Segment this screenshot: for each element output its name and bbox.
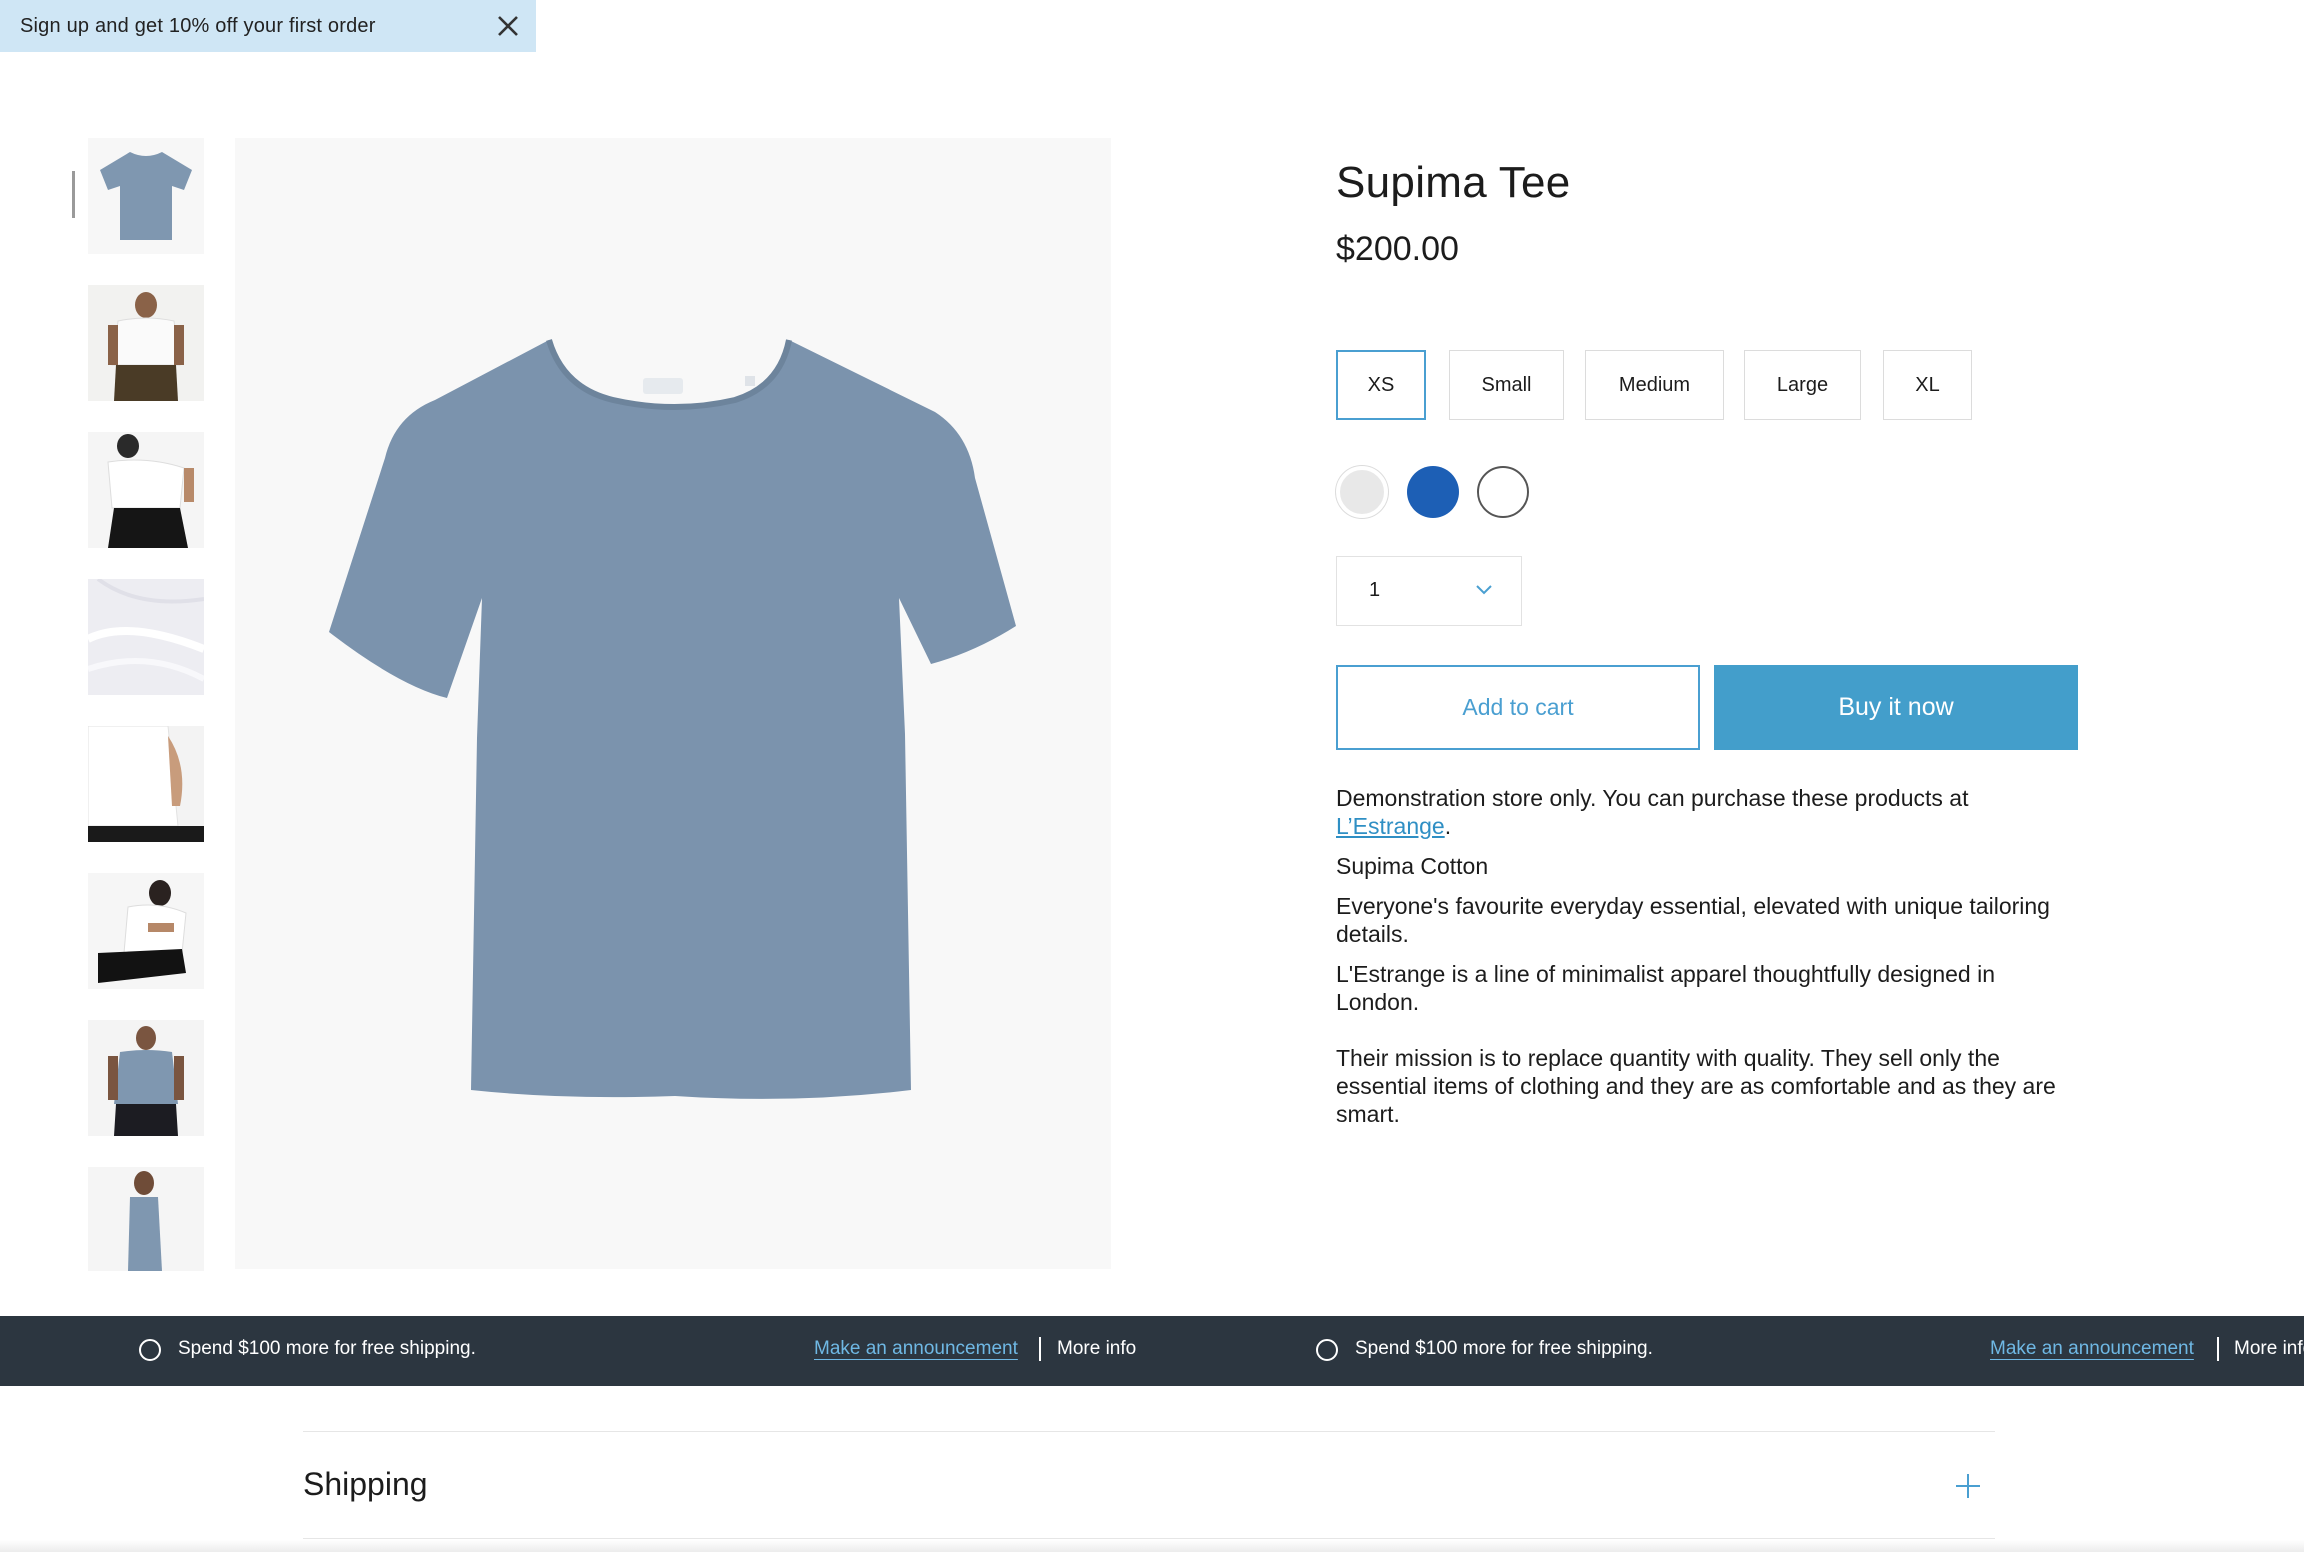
more-info-link[interactable]: More info [1057,1338,1136,1360]
thumbnail-model-blue-tee[interactable] [88,1020,204,1136]
thumbnail-model-seated[interactable] [88,873,204,989]
product-description: Demonstration store only. You can purcha… [1336,784,2076,1140]
thumbnail-model-front[interactable] [88,285,204,401]
lestrange-link[interactable]: L’Estrange [1336,813,1445,839]
shipping-message: Spend $100 more for free shipping. [178,1338,476,1359]
description-paragraph: Everyone's favourite everyday essential,… [1336,893,2050,947]
chevron-down-icon [1475,583,1493,602]
description-paragraph: Their mission is to replace quantity wit… [1336,1045,2056,1127]
description-paragraph: L'Estrange is a line of minimalist appar… [1336,961,1995,1015]
announcement-link[interactable]: Make an announcement [1990,1338,2194,1360]
close-icon[interactable] [494,12,522,40]
size-option-xl[interactable]: XL [1883,350,1972,420]
accordion-divider [303,1431,1995,1432]
plus-icon[interactable] [1954,1472,1982,1505]
size-option-medium[interactable]: Medium [1585,350,1724,420]
page-bottom-edge [0,1540,2304,1552]
announcement-link[interactable]: Make an announcement [814,1338,1018,1360]
circle-icon [139,1339,161,1361]
quantity-value: 1 [1369,579,1381,601]
description-material: Supima Cotton [1336,853,1489,879]
size-option-xs[interactable]: XS [1336,350,1426,420]
announcement-bar: Spend $100 more for free shipping. Make … [0,1316,2304,1386]
circle-icon [1316,1339,1338,1361]
size-option-large[interactable]: Large [1744,350,1861,420]
more-info-link[interactable]: More info [2234,1338,2304,1360]
accordion-shipping-title[interactable]: Shipping [303,1466,428,1503]
size-option-small[interactable]: Small [1449,350,1564,420]
divider [1039,1337,1041,1361]
thumbnail-active-indicator [72,171,75,218]
product-title: Supima Tee [1336,158,1571,207]
divider [2217,1337,2219,1361]
main-product-image[interactable] [235,138,1111,1269]
thumbnail-model-back[interactable] [88,726,204,842]
demo-notice: Demonstration store only. You can purcha… [1336,785,1969,839]
swatch-light-grey[interactable] [1336,466,1388,518]
signup-banner: Sign up and get 10% off your first order [0,0,536,52]
shipping-message: Spend $100 more for free shipping. [1355,1338,1653,1359]
product-price: $200.00 [1336,230,1459,268]
add-to-cart-button[interactable]: Add to cart [1336,665,1700,750]
swatch-white[interactable] [1477,466,1529,518]
thumbnail-fabric-detail[interactable] [88,579,204,695]
thumbnail-model-pose[interactable] [88,432,204,548]
signup-text: Sign up and get 10% off your first order [20,14,376,37]
thumbnail-model-side[interactable] [88,1167,204,1271]
quantity-select[interactable]: 1 [1336,556,1522,626]
swatch-blue[interactable] [1407,466,1459,518]
accordion-divider [303,1538,1995,1539]
thumbnail-blue-tee[interactable] [88,138,204,254]
buy-it-now-button[interactable]: Buy it now [1714,665,2078,750]
